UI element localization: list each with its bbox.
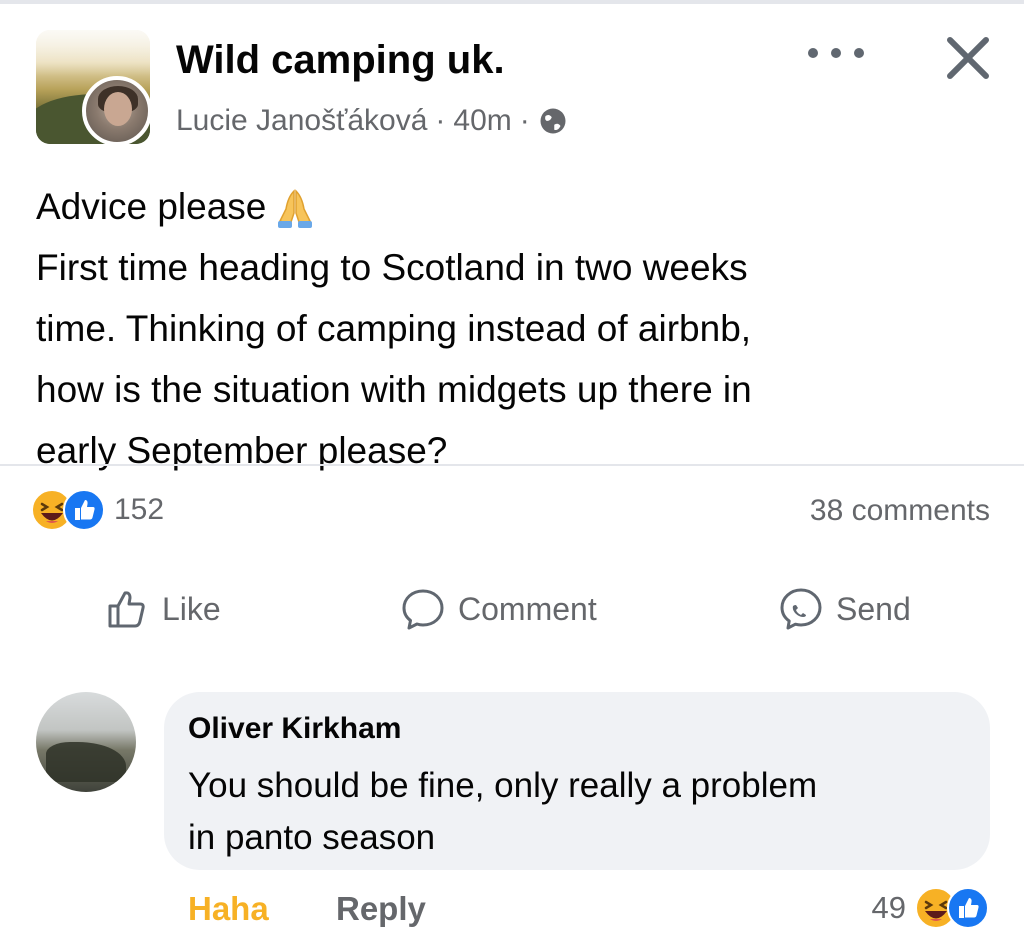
comment-author[interactable]: Oliver Kirkham: [188, 712, 401, 746]
post-time[interactable]: 40m: [453, 104, 511, 138]
thumbs-up-icon: [108, 591, 145, 628]
comment-reaction-summary[interactable]: 49: [872, 886, 990, 930]
folded-hands-icon: [278, 189, 313, 229]
post-line: First time heading to Scotland in two we…: [36, 247, 748, 288]
send-label: Send: [836, 590, 911, 627]
commenter-avatar[interactable]: [36, 692, 136, 792]
author-avatar-face: [104, 92, 132, 126]
comment-count[interactable]: 38 comments: [810, 494, 990, 528]
speech-bubble-icon: [402, 589, 444, 630]
close-icon[interactable]: [940, 30, 996, 86]
post-line: early September please?: [36, 430, 448, 471]
comment-line: in panto season: [188, 818, 436, 857]
send-button[interactable]: Send: [778, 586, 911, 632]
stats-divider: [0, 464, 1024, 466]
post-line: time. Thinking of camping instead of air…: [36, 308, 752, 349]
post-text: Advice please First time heading to Scot…: [36, 176, 996, 481]
like-icon: [63, 489, 105, 531]
author-name[interactable]: Lucie Janošťáková: [176, 104, 427, 138]
group-name[interactable]: Wild camping uk.: [176, 38, 505, 83]
more-dot: [808, 48, 818, 58]
top-divider: [0, 0, 1024, 4]
comment-label: Comment: [458, 590, 597, 627]
post-line: how is the situation with midgets up the…: [36, 369, 752, 410]
more-dot: [831, 48, 841, 58]
comment-line: You should be fine, only really a proble…: [188, 766, 818, 805]
reaction-summary[interactable]: 152: [30, 488, 164, 532]
more-dot: [854, 48, 864, 58]
like-icon: [947, 887, 989, 929]
more-icon[interactable]: [808, 38, 864, 68]
author-avatar[interactable]: [82, 76, 152, 146]
comment-reaction-count: 49: [871, 890, 906, 925]
haha-reaction-link[interactable]: Haha: [188, 890, 269, 928]
like-label: Like: [162, 590, 221, 627]
reply-link[interactable]: Reply: [336, 890, 426, 928]
group-avatar-sky: [36, 30, 150, 76]
meta-separator-2: ·: [519, 104, 530, 137]
reaction-count: 152: [114, 493, 165, 526]
meta-separator: ·: [435, 104, 446, 137]
comment-button[interactable]: Comment: [400, 586, 597, 632]
comment-text: You should be fine, only really a proble…: [188, 760, 978, 864]
like-button[interactable]: Like: [104, 586, 221, 632]
messenger-icon: [780, 588, 822, 630]
post-meta: Lucie Janošťáková · 40m ·: [176, 104, 568, 138]
post-line: Advice please: [36, 176, 996, 237]
globe-icon: [540, 108, 566, 134]
commenter-avatar-scenery: [46, 742, 126, 782]
